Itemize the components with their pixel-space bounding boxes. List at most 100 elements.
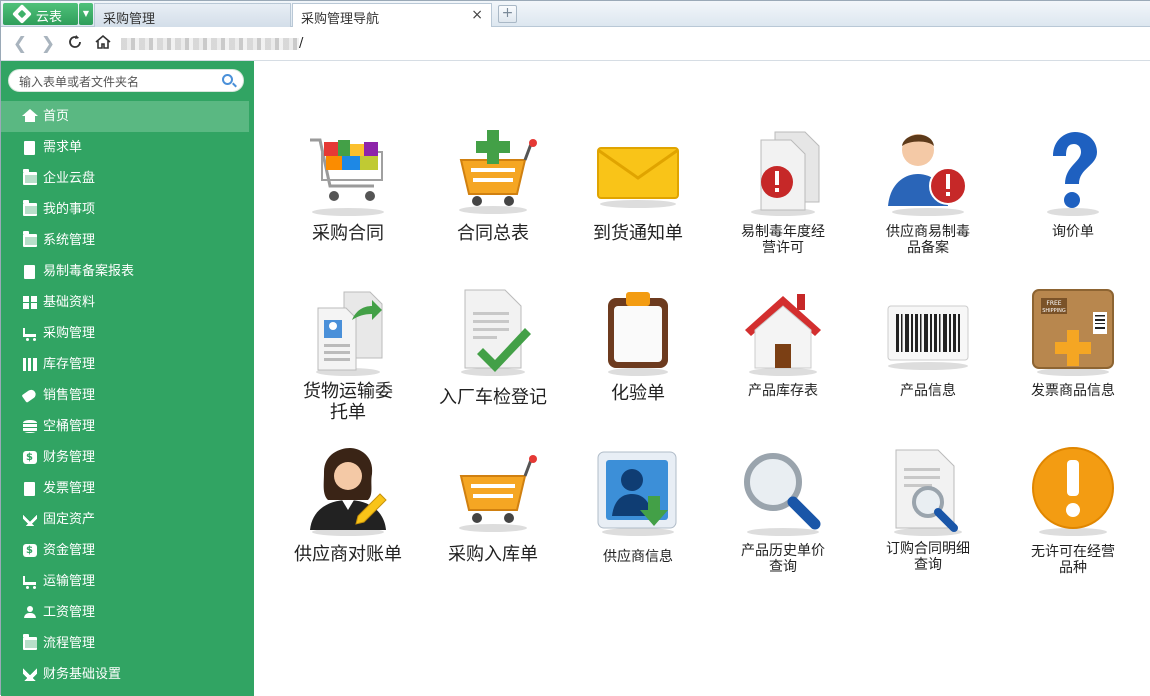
sidebar-item-label: 基础资料: [43, 295, 96, 310]
sidebar-item-label: 运输管理: [43, 574, 96, 589]
sidebar-item-my-tasks[interactable]: 我的事项: [1, 194, 254, 225]
sidebar-item-empty-barrels[interactable]: 空桶管理: [1, 411, 254, 442]
contact-download-icon: [597, 451, 677, 536]
tile-label-line2: 品备案: [907, 240, 949, 256]
tile-label: 产品历史单价 查询: [718, 543, 848, 575]
tile-label: 发票商品信息: [1031, 383, 1115, 399]
new-tab-button[interactable]: +: [498, 5, 517, 23]
tile-label: 合同总表: [457, 223, 529, 244]
tile-freight-consignment[interactable]: 货物运输委 托单: [283, 286, 413, 436]
tile-label-line2: 品种: [1059, 560, 1087, 576]
tile-label-line1: 易制毒年度经: [741, 224, 825, 240]
tile-label: 易制毒年度经 营许可: [718, 224, 848, 256]
tile-lab-report[interactable]: 化验单: [573, 286, 703, 436]
tile-label: 产品信息: [900, 383, 956, 399]
sidebar-item-inventory[interactable]: 库存管理: [1, 349, 254, 380]
clipboard-icon: [608, 292, 668, 376]
tile-label: 询价单: [1052, 224, 1094, 240]
tile-label: 入厂车检登记: [439, 387, 547, 408]
tile-product-stock[interactable]: 产品库存表: [718, 286, 848, 436]
sidebar-item-label: 财务管理: [43, 450, 96, 465]
sidebar-item-label: 流程管理: [43, 636, 96, 651]
sidebar-item-base-data[interactable]: 基础资料: [1, 287, 254, 318]
tile-order-detail[interactable]: 订购合同明细 查询: [863, 446, 993, 596]
home-icon[interactable]: [92, 33, 114, 55]
document-transfer-icon: [316, 291, 383, 376]
tile-annual-license[interactable]: 易制毒年度经 营许可: [718, 126, 848, 276]
document-search-icon: [894, 449, 962, 536]
document-warning-icon: [751, 131, 820, 216]
url-suffix: /: [299, 36, 304, 51]
sidebar-item-transport[interactable]: 运输管理: [1, 566, 254, 597]
tile-label: 产品库存表: [748, 383, 818, 399]
tile-supplier-precursor-filing[interactable]: 供应商易制毒 品备案: [863, 126, 993, 276]
tile-label-line1: 供应商易制毒: [886, 224, 970, 240]
tile-supplier-info[interactable]: 供应商信息: [573, 446, 703, 596]
tile-invoice-goods[interactable]: FREE SHIPPING 发票商品信息: [1008, 286, 1138, 436]
tile-label-line2: 托单: [330, 402, 366, 423]
tag-icon: [21, 388, 38, 403]
sidebar-item-label: 易制毒备案报表: [43, 264, 135, 279]
sidebar-item-label: 财务基础设置: [43, 667, 122, 682]
sidebar-item-requisition[interactable]: 需求单: [1, 132, 254, 163]
tile-product-info[interactable]: 产品信息: [863, 286, 993, 436]
tile-label-line1: 订购合同明细: [886, 541, 970, 557]
sidebar-item-finance-settings[interactable]: 财务基础设置: [1, 659, 254, 690]
tab-label: 采购管理导航: [301, 12, 380, 27]
cart-icon: [459, 455, 537, 532]
forward-icon[interactable]: ❯: [37, 33, 59, 55]
sidebar-item-label: 首页: [43, 109, 70, 124]
back-icon[interactable]: ❮: [9, 33, 31, 55]
tab-label: 采购管理: [103, 12, 156, 27]
sidebar-item-purchase[interactable]: 采购管理: [1, 318, 254, 349]
tile-label: 无许可在经营 品种: [1008, 544, 1138, 576]
brand-dropdown-button[interactable]: ▼: [79, 3, 93, 25]
sidebar-item-label: 空桶管理: [43, 419, 96, 434]
tile-label-line1: 无许可在经营: [1031, 544, 1115, 560]
sidebar-item-label: 工资管理: [43, 605, 96, 620]
refresh-icon[interactable]: [64, 33, 86, 55]
tile-purchase-receipt[interactable]: 采购入库单: [428, 446, 558, 596]
search-icon[interactable]: [222, 74, 233, 85]
sidebar-item-workflow[interactable]: 流程管理: [1, 628, 254, 659]
tile-label: 供应商易制毒 品备案: [863, 224, 993, 256]
address-bar: ❮ ❯ /: [1, 27, 1150, 61]
sidebar-item-label: 系统管理: [43, 233, 96, 248]
coin-icon: [23, 535, 37, 566]
sidebar-item-sales[interactable]: 销售管理: [1, 380, 254, 411]
tile-price-history[interactable]: 产品历史单价 查询: [718, 446, 848, 596]
browser-window: 云表 ▼ 采购管理 采购管理导航 × + ❮ ❯ / 输入表单或者文件夹名 首页…: [0, 0, 1150, 696]
tile-contract-summary[interactable]: 合同总表: [428, 126, 558, 276]
sidebar-item-fixed-assets[interactable]: 固定资产: [1, 504, 254, 535]
sidebar-item-payroll[interactable]: 工资管理: [1, 597, 254, 628]
sidebar-item-system[interactable]: 系统管理: [1, 225, 254, 256]
users-icon: [23, 606, 37, 618]
user-warning-icon: [888, 134, 967, 216]
document-check-icon: [461, 289, 531, 376]
wrench-icon: [23, 513, 37, 526]
sidebar-item-label: 发票管理: [43, 481, 96, 496]
sidebar-item-home[interactable]: 首页: [1, 101, 249, 132]
tab-purchase-management[interactable]: 采购管理: [94, 3, 291, 27]
tile-supplier-statement[interactable]: 供应商对账单: [283, 446, 413, 596]
search-placeholder: 输入表单或者文件夹名: [19, 75, 140, 89]
tab-purchase-navigation[interactable]: 采购管理导航 ×: [292, 3, 492, 28]
tile-inquiry[interactable]: 询价单: [1008, 126, 1138, 276]
tile-unlicensed-varieties[interactable]: 无许可在经营 品种: [1008, 446, 1138, 596]
folder-icon: [23, 634, 37, 650]
house-icon: [745, 294, 821, 376]
tile-purchase-contract[interactable]: 采购合同: [283, 126, 413, 276]
tile-label-line2: 营许可: [762, 240, 804, 256]
url-field[interactable]: /: [121, 36, 303, 52]
close-tab-icon[interactable]: ×: [471, 7, 483, 23]
brand-menu-button[interactable]: 云表: [3, 3, 78, 25]
tile-label: 供应商信息: [603, 549, 673, 565]
tile-arrival-notice[interactable]: 到货通知单: [573, 126, 703, 276]
sidebar-item-precursor-report[interactable]: 易制毒备案报表: [1, 256, 254, 287]
sidebar-item-cloud-disk[interactable]: 企业云盘: [1, 163, 254, 194]
sidebar-item-funds[interactable]: 资金管理: [1, 535, 254, 566]
sidebar-item-invoice[interactable]: 发票管理: [1, 473, 254, 504]
sidebar-search-input[interactable]: 输入表单或者文件夹名: [8, 69, 244, 92]
tile-vehicle-inspection[interactable]: 入厂车检登记: [428, 286, 558, 436]
sidebar-item-finance[interactable]: 财务管理: [1, 442, 254, 473]
